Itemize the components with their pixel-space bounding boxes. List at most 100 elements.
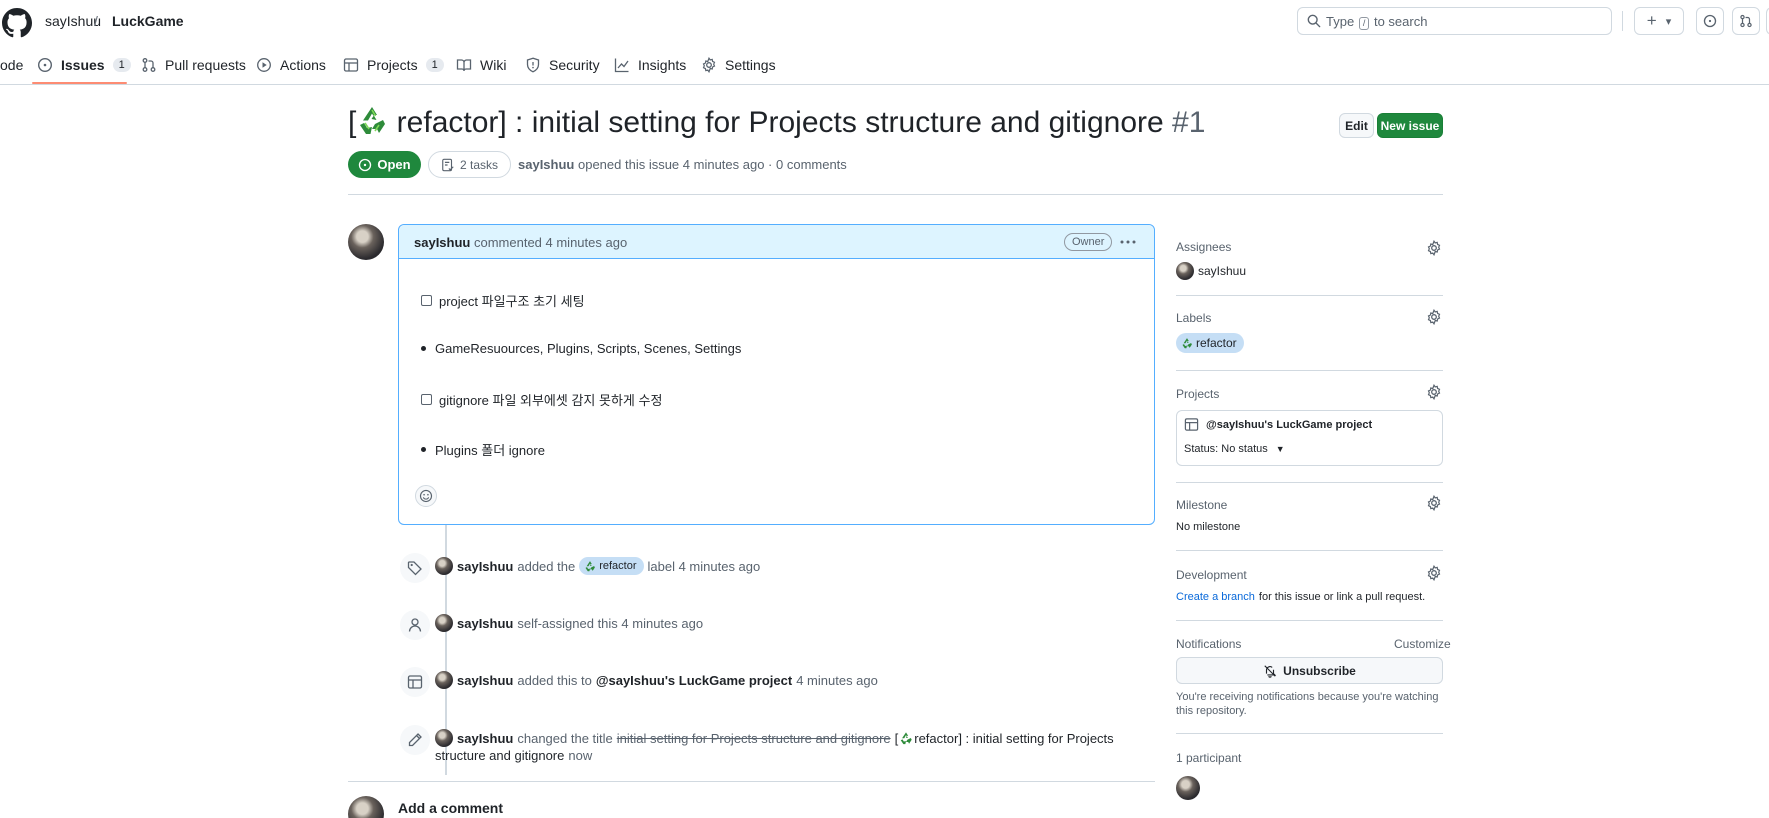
tasks-badge[interactable]: 2 tasks [428, 151, 511, 178]
project-title[interactable]: @sayIshuu's LuckGame project [1184, 417, 1372, 432]
nav-code[interactable]: ode [0, 53, 23, 77]
issue-meta: sayIshuu opened this issue 4 minutes ago… [518, 157, 847, 172]
nav-wiki[interactable]: Wiki [456, 53, 506, 77]
pull-requests-shortcut-button[interactable] [1732, 7, 1760, 35]
event-author-link[interactable]: sayIshuu [457, 673, 513, 688]
new-title-bracket: [ [894, 730, 899, 746]
avatar[interactable] [435, 671, 453, 689]
event-text: changed the title [517, 730, 613, 746]
nav-pull-requests[interactable]: Pull requests [141, 53, 246, 77]
avatar[interactable] [435, 729, 453, 747]
assignees-heading[interactable]: Assignees [1176, 240, 1231, 254]
issue-author-link[interactable]: sayIshuu [518, 157, 574, 172]
comment-timestamp[interactable]: commented 4 minutes ago [474, 235, 627, 250]
github-logo-icon[interactable] [2, 8, 32, 38]
comment-author-link[interactable]: sayIshuu [414, 235, 470, 250]
smiley-icon [419, 489, 433, 503]
table-icon [400, 667, 430, 697]
task-checkbox[interactable] [421, 295, 432, 306]
bell-slash-icon [1263, 664, 1283, 678]
refactor-label-badge[interactable]: refactor [1176, 333, 1244, 353]
nav-pull-requests-label: Pull requests [165, 57, 246, 73]
repo-header: sayIshuu / LuckGame Type / to search + ▾… [0, 0, 1769, 85]
recycle-emoji-icon [899, 731, 913, 745]
create-branch-link[interactable]: Create a branch [1176, 591, 1255, 603]
event-timestamp[interactable]: 4 minutes ago [796, 673, 878, 688]
issue-body-comment: sayIshuu commented 4 minutes ago Owner p… [398, 224, 1155, 525]
list-item-text: GameResuources, Plugins, Scripts, Scenes… [435, 341, 742, 356]
nav-settings[interactable]: Settings [701, 53, 776, 77]
table-icon [1184, 417, 1199, 432]
search-placeholder: Type / to search [1326, 14, 1427, 30]
bullet-icon [421, 346, 426, 351]
labels-heading[interactable]: Labels [1176, 311, 1211, 325]
comment-byline: sayIshuu commented 4 minutes ago [414, 235, 627, 250]
milestone-value: No milestone [1176, 521, 1241, 533]
issue-opened-icon [1703, 14, 1717, 28]
project-name: @sayIshuu's LuckGame project [1206, 418, 1373, 431]
book-icon [456, 57, 480, 73]
graph-icon [614, 57, 638, 73]
plus-icon: + [1646, 11, 1657, 30]
event-author-link[interactable]: sayIshuu [457, 616, 513, 631]
avatar[interactable] [435, 557, 453, 575]
recycle-emoji-icon [356, 104, 388, 136]
issue-opened-icon [37, 57, 61, 73]
sidebar-divider [1176, 295, 1443, 296]
search-input[interactable]: Type / to search [1297, 7, 1612, 35]
breadcrumb-owner[interactable]: sayIshuu [45, 13, 101, 29]
nav-settings-label: Settings [725, 57, 776, 73]
event-timestamp[interactable]: now [568, 748, 592, 763]
development-description: for this issue or link a pull request. [1258, 591, 1426, 603]
nav-issues[interactable]: Issues 1 [37, 53, 131, 77]
tasks-label: 2 tasks [459, 157, 498, 172]
nav-projects-count: 1 [425, 58, 444, 72]
project-link[interactable]: @sayIshuu's LuckGame project [596, 673, 792, 688]
event-text: self-assigned this 4 minutes ago [517, 615, 704, 631]
sidebar-label[interactable]: refactor [1176, 333, 1244, 353]
participant-avatar[interactable] [1176, 776, 1200, 800]
gear-icon[interactable] [1426, 384, 1442, 400]
event-text: added the [517, 558, 576, 574]
issue-meta-text: opened this issue 4 minutes ago · 0 comm… [577, 157, 847, 172]
nav-projects[interactable]: Projects 1 [343, 53, 444, 77]
project-status-dropdown[interactable]: Status: No status ▼ [1184, 443, 1285, 455]
breadcrumb-repo[interactable]: LuckGame [112, 13, 184, 29]
gear-icon[interactable] [1426, 240, 1442, 256]
person-icon [400, 610, 430, 640]
list-item-text: Plugins 폴더 ignore [435, 443, 545, 458]
event-author-link[interactable]: sayIshuu [457, 731, 513, 746]
participants-heading: 1 participant [1176, 751, 1242, 765]
unsubscribe-button[interactable]: Unsubscribe [1176, 657, 1443, 684]
gear-icon[interactable] [1426, 309, 1442, 325]
list-item: GameResuources, Plugins, Scripts, Scenes… [421, 341, 741, 356]
issues-shortcut-button[interactable] [1696, 7, 1724, 35]
search-placeholder-prefix: Type [1326, 14, 1355, 29]
refactor-label-badge[interactable]: refactor [579, 557, 644, 575]
nav-insights[interactable]: Insights [614, 53, 686, 77]
assignee-item[interactable]: sayIshuu [1176, 262, 1246, 280]
gear-icon[interactable] [1426, 495, 1442, 511]
kebab-horizontal-icon[interactable] [1119, 234, 1137, 250]
avatar [348, 796, 384, 818]
add-reaction-button[interactable] [415, 485, 437, 507]
avatar[interactable] [348, 224, 384, 260]
nav-security[interactable]: Security [525, 53, 600, 77]
list-item: Plugins 폴더 ignore [421, 440, 545, 459]
new-issue-button[interactable]: New issue [1377, 113, 1443, 138]
event-author-link[interactable]: sayIshuu [457, 559, 513, 574]
gear-icon[interactable] [1426, 565, 1442, 581]
avatar[interactable] [435, 614, 453, 632]
issue-state-badge: Open [348, 151, 421, 178]
projects-heading[interactable]: Projects [1176, 387, 1219, 401]
development-heading[interactable]: Development [1176, 568, 1247, 582]
milestone-heading[interactable]: Milestone [1176, 498, 1227, 512]
header-divider [1622, 11, 1623, 31]
customize-notifications-link[interactable]: Customize [1394, 637, 1451, 651]
search-icon [1307, 14, 1321, 28]
create-new-button[interactable]: + ▾ [1634, 7, 1684, 35]
nav-actions[interactable]: Actions [256, 53, 326, 77]
event-timestamp[interactable]: label 4 minutes ago [648, 559, 761, 574]
edit-title-button[interactable]: Edit [1339, 113, 1374, 138]
task-checkbox[interactable] [421, 394, 432, 405]
